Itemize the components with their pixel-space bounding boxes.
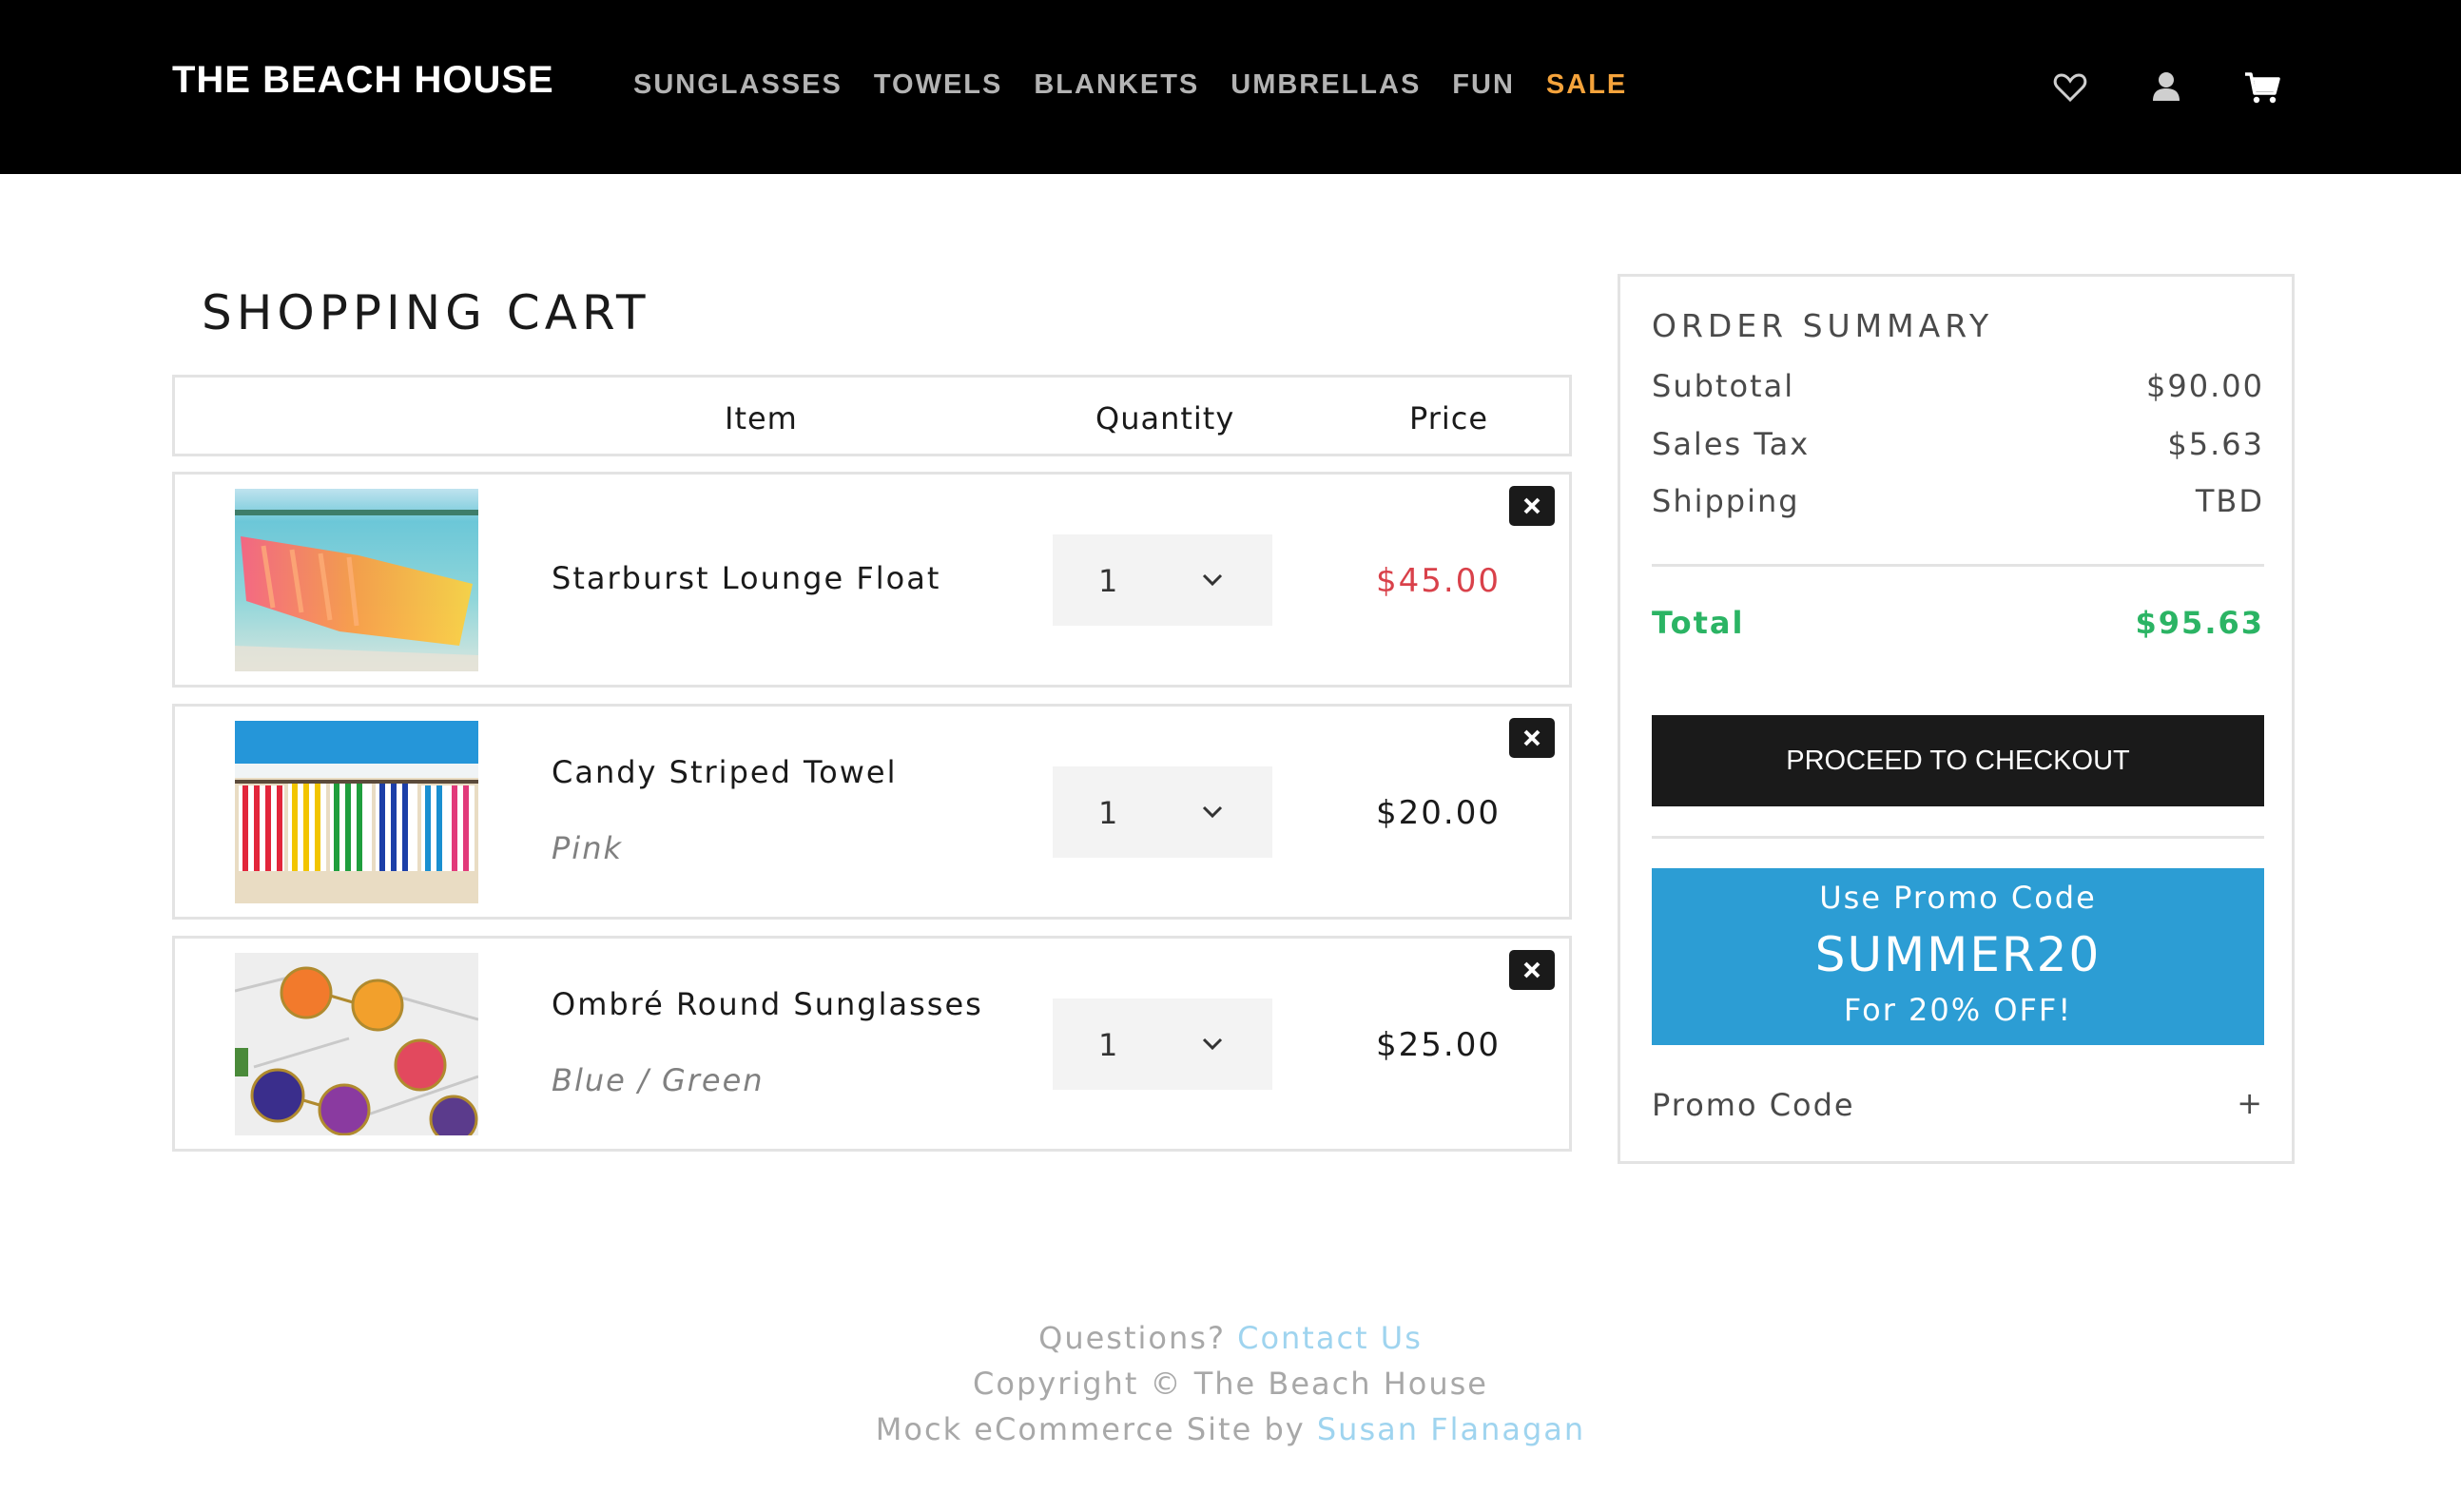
subtotal-value: $90.00: [2146, 368, 2264, 404]
item-price: $20.00: [1376, 794, 1501, 832]
total-row: Total $95.63: [1652, 605, 2264, 641]
nav-fun[interactable]: FUN: [1452, 69, 1515, 101]
striped-towels-photo[interactable]: [235, 721, 478, 903]
sales-tax-value: $5.63: [2167, 426, 2264, 462]
item-variant: Pink: [552, 830, 623, 866]
shipping-label: Shipping: [1652, 483, 1800, 519]
column-header-price: Price: [1409, 400, 1489, 436]
cart-icon[interactable]: [2243, 68, 2281, 107]
sales-tax-label: Sales Tax: [1652, 426, 1811, 462]
item-name[interactable]: Candy Striped Towel: [552, 754, 897, 790]
subtotal-label: Subtotal: [1652, 368, 1795, 404]
item-price: $45.00: [1376, 562, 1501, 600]
quantity-select[interactable]: 1: [1053, 998, 1272, 1090]
footer-credit: Mock eCommerce Site by Susan Flanagan: [0, 1411, 2461, 1447]
item-name[interactable]: Starburst Lounge Float: [552, 560, 940, 596]
cart-row: Candy Striped Towel Pink 1 $20.00: [172, 704, 1572, 920]
contact-us-link[interactable]: Contact Us: [1237, 1320, 1423, 1356]
cart-row: Ombré Round Sunglasses Blue / Green 1 $2…: [172, 936, 1572, 1152]
cart-row: Starburst Lounge Float 1 $45.00: [172, 472, 1572, 688]
remove-item-button[interactable]: [1509, 718, 1555, 758]
total-label: Total: [1652, 605, 1745, 641]
quantity-value: 1: [1098, 795, 1118, 831]
promo-code-toggle[interactable]: Promo Code +: [1652, 1085, 2264, 1123]
footer-credit-text: Mock eCommerce Site by: [875, 1411, 1306, 1447]
nav-blankets[interactable]: BLANKETS: [1034, 69, 1199, 101]
item-variant: Blue / Green: [552, 1062, 765, 1098]
order-summary-panel: ORDER SUMMARY Subtotal $90.00 Sales Tax …: [1618, 274, 2295, 1164]
close-icon: [1523, 961, 1541, 979]
remove-item-button[interactable]: [1509, 486, 1555, 526]
brand-logo[interactable]: THE BEACH HOUSE: [172, 59, 554, 102]
user-icon[interactable]: [2147, 68, 2185, 107]
chevron-down-icon: [1202, 573, 1223, 587]
promo-banner-code: SUMMER20: [1814, 927, 2102, 982]
divider: [1652, 564, 2264, 567]
column-header-quantity: Quantity: [1095, 400, 1235, 436]
promo-code-label: Promo Code: [1652, 1087, 1855, 1123]
heart-icon[interactable]: [2051, 68, 2089, 107]
round-sunglasses-photo[interactable]: [235, 953, 478, 1135]
promo-banner-discount: For 20% OFF!: [1843, 992, 2073, 1028]
footer-copyright: Copyright © The Beach House: [973, 1366, 1488, 1402]
promo-banner: Use Promo Code SUMMER20 For 20% OFF!: [1652, 868, 2264, 1045]
close-icon: [1523, 729, 1541, 746]
plus-icon[interactable]: +: [2237, 1085, 2264, 1121]
shipping-value: TBD: [2195, 483, 2264, 519]
subtotal-row: Subtotal $90.00: [1652, 368, 2264, 404]
quantity-select[interactable]: 1: [1053, 534, 1272, 626]
nav-towels[interactable]: TOWELS: [874, 69, 1003, 101]
nav-sunglasses[interactable]: SUNGLASSES: [633, 69, 843, 101]
quantity-value: 1: [1098, 1027, 1118, 1063]
main-nav: SUNGLASSES TOWELS BLANKETS UMBRELLAS FUN…: [633, 69, 1658, 101]
divider: [1652, 836, 2264, 839]
footer-questions: Questions? Contact Us: [0, 1320, 2461, 1356]
nav-sale[interactable]: SALE: [1546, 69, 1627, 101]
chevron-down-icon: [1202, 805, 1223, 819]
nav-umbrellas[interactable]: UMBRELLAS: [1230, 69, 1421, 101]
author-link[interactable]: Susan Flanagan: [1317, 1411, 1585, 1447]
close-icon: [1523, 497, 1541, 514]
order-summary-title: ORDER SUMMARY: [1652, 307, 1994, 344]
sales-tax-row: Sales Tax $5.63: [1652, 426, 2264, 462]
total-value: $95.63: [2135, 605, 2264, 641]
quantity-value: 1: [1098, 563, 1118, 599]
remove-item-button[interactable]: [1509, 950, 1555, 990]
chevron-down-icon: [1202, 1037, 1223, 1051]
page-title: SHOPPING CART: [202, 285, 650, 340]
proceed-to-checkout-button[interactable]: PROCEED TO CHECKOUT: [1652, 715, 2264, 806]
item-price: $25.00: [1376, 1026, 1501, 1064]
cart-table-header: Item Quantity Price: [172, 375, 1572, 456]
item-name[interactable]: Ombré Round Sunglasses: [552, 986, 983, 1022]
top-navbar: THE BEACH HOUSE SUNGLASSES TOWELS BLANKE…: [0, 0, 2461, 174]
promo-banner-intro: Use Promo Code: [1819, 880, 2097, 916]
shipping-row: Shipping TBD: [1652, 483, 2264, 519]
quantity-select[interactable]: 1: [1053, 766, 1272, 858]
column-header-item: Item: [725, 400, 798, 436]
pool-float-photo[interactable]: [235, 489, 478, 671]
footer-questions-text: Questions?: [1038, 1320, 1226, 1356]
